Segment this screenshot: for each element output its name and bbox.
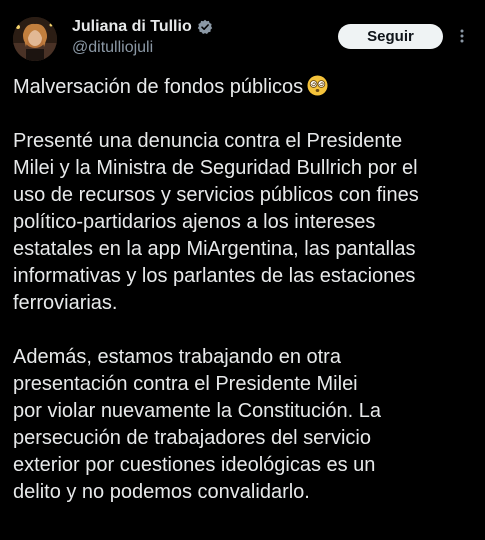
profile-photo-avatar [13, 17, 57, 61]
text-line: delito y no podemos convalidarlo. [13, 481, 310, 503]
text-line: informativas y los parlantes de las esta… [13, 265, 416, 287]
text-line: Presenté una denuncia contra el Presiden… [13, 130, 403, 152]
tweet-paragraph-2: Además, estamos trabajando en otra prese… [13, 344, 475, 506]
tweet-paragraph-1: Presenté una denuncia contra el Presiden… [13, 128, 475, 317]
text-line: ferroviarias. [13, 292, 118, 314]
tweet-title-text: Malversación de fondos públicos [13, 76, 304, 98]
user-handle[interactable]: @ditulliojuli [72, 39, 332, 57]
name-row: Juliana di Tullio [72, 16, 332, 38]
text-line: político-partidarios ajenos a los intere… [13, 211, 376, 233]
verified-badge-icon [197, 19, 212, 34]
display-name[interactable]: Juliana di Tullio [72, 18, 192, 36]
text-line: uso de recursos y servicios públicos con… [13, 184, 419, 206]
tweet-title: Malversación de fondos públicos [13, 74, 475, 101]
text-line: persecución de trabajadores del servicio [13, 427, 371, 449]
tweet-text: Malversación de fondos públicos Presenté… [13, 74, 475, 506]
text-line: presentación contra el Presidente Milei [13, 373, 358, 395]
avatar[interactable] [13, 17, 57, 61]
text-line: estatales en la app MiArgentina, las pan… [13, 238, 416, 260]
text-line: por violar nuevamente la Constitución. L… [13, 400, 381, 422]
dizzy-face-emoji [307, 75, 328, 96]
text-line: Además, estamos trabajando en otra [13, 346, 341, 368]
text-line: exterior por cuestiones ideológicas es u… [13, 454, 376, 476]
author-info: Juliana di Tullio @ditulliojuli [72, 16, 332, 57]
tweet-card: Juliana di Tullio @ditulliojuli Seguir M… [0, 0, 485, 540]
text-line: Milei y la Ministra de Seguridad Bullric… [13, 157, 418, 179]
more-options-icon[interactable] [458, 26, 466, 46]
follow-button[interactable]: Seguir [338, 24, 443, 49]
